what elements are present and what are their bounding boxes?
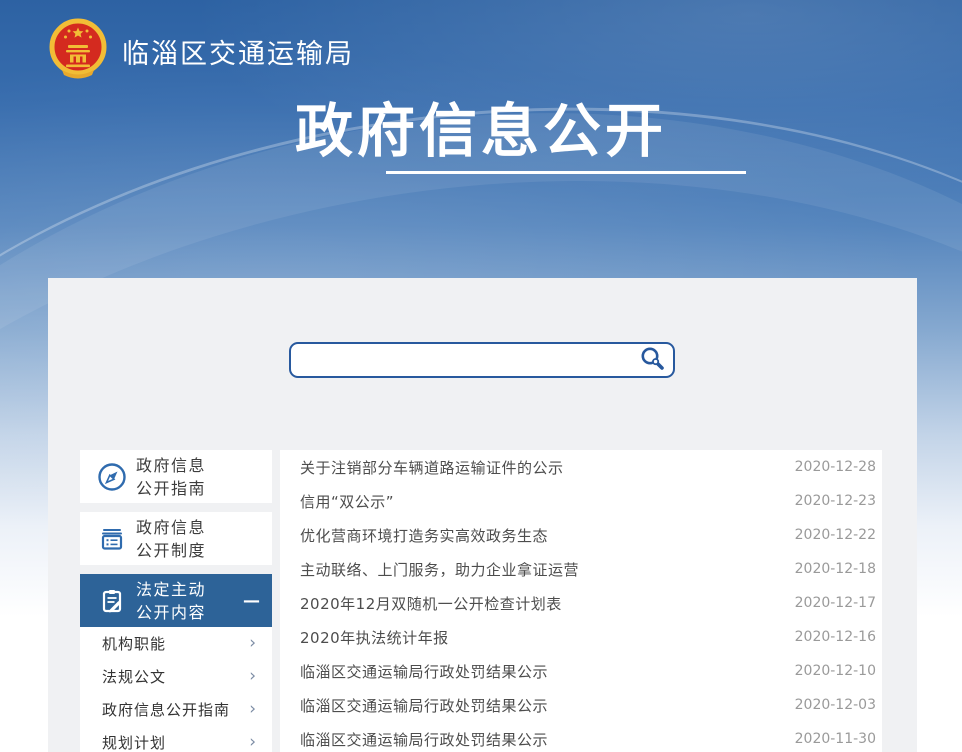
submenu-item-agency-functions[interactable]: 机构职能 › [80,627,272,660]
list-item[interactable]: 临淄区交通运输局行政处罚结果公示 2020-12-10 [280,654,882,688]
sidebar-item-label: 法定主动 公开内容 [136,578,206,624]
sidebar-item-public-info-guide[interactable]: 政府信息 公开指南 [80,450,272,503]
article-date: 2020-11-30 [795,731,876,747]
submenu-item-plans[interactable]: 规划计划 › [80,726,272,752]
national-emblem-icon [46,16,110,86]
article-date: 2020-12-16 [795,629,876,645]
article-title-link[interactable]: 临淄区交通运输局行政处罚结果公示 [300,729,548,750]
sidebar-item-label: 政府信息 公开制度 [136,516,206,562]
article-date: 2020-12-28 [795,459,876,475]
article-title-link[interactable]: 临淄区交通运输局行政处罚结果公示 [300,695,548,716]
search-box [289,342,675,378]
bureau-name: 临淄区交通运输局 [122,32,354,71]
chevron-right-icon: › [249,701,256,718]
sidebar-item-statutory-disclosure[interactable]: 法定主动 公开内容 — [80,574,272,627]
article-title-link[interactable]: 信用“双公示” [300,491,394,512]
article-title-link[interactable]: 关于注销部分车辆道路运输证件的公示 [300,457,564,478]
list-item[interactable]: 信用“双公示” 2020-12-23 [280,484,882,518]
article-title-link[interactable]: 优化营商环境打造务实高效政务生态 [300,525,548,546]
page: 临淄区交通运输局 政府信息公开 [0,0,962,752]
content-card: 政府信息 公开指南 政府信息 [48,278,917,752]
article-date: 2020-12-10 [795,663,876,679]
list-item[interactable]: 主动联络、上门服务，助力企业拿证运营 2020-12-18 [280,552,882,586]
article-title-link[interactable]: 2020年执法统计年报 [300,627,449,648]
page-title: 政府信息公开 [0,84,962,168]
list-item[interactable]: 临淄区交通运输局行政处罚结果公示 2020-11-30 [280,722,882,752]
list-item[interactable]: 2020年执法统计年报 2020-12-16 [280,620,882,654]
sidebar-submenu: 机构职能 › 法规公文 › 政府信息公开指南 › 规划计划 › [80,627,272,752]
sidebar: 政府信息 公开指南 政府信息 [80,450,272,752]
list-item[interactable]: 优化营商环境打造务实高效政务生态 2020-12-22 [280,518,882,552]
article-title-link[interactable]: 主动联络、上门服务，助力企业拿证运营 [300,559,579,580]
sidebar-item-public-info-system[interactable]: 政府信息 公开制度 [80,512,272,565]
compass-icon [92,461,132,493]
chevron-right-icon: › [249,734,256,751]
title-underline [386,171,746,174]
list-item[interactable]: 2020年12月双随机一公开检查计划表 2020-12-17 [280,586,882,620]
article-date: 2020-12-22 [795,527,876,543]
article-date: 2020-12-17 [795,595,876,611]
article-title-link[interactable]: 2020年12月双随机一公开检查计划表 [300,593,562,614]
article-date: 2020-12-23 [795,493,876,509]
list-item[interactable]: 临淄区交通运输局行政处罚结果公示 2020-12-03 [280,688,882,722]
article-date: 2020-12-18 [795,561,876,577]
search-icon [639,345,666,375]
search-input[interactable] [291,344,631,376]
collapse-minus-indicator[interactable]: — [243,591,260,611]
site-logo-row: 临淄区交通运输局 [46,16,354,86]
article-title-link[interactable]: 临淄区交通运输局行政处罚结果公示 [300,661,548,682]
article-list: 关于注销部分车辆道路运输证件的公示 2020-12-28 信用“双公示” 202… [280,450,882,752]
search-button[interactable] [631,344,673,376]
chevron-right-icon: › [249,668,256,685]
submenu-item-public-info-guide[interactable]: 政府信息公开指南 › [80,693,272,726]
list-item[interactable]: 关于注销部分车辆道路运输证件的公示 2020-12-28 [280,450,882,484]
clipboard-pen-icon [92,585,132,617]
chevron-right-icon: › [249,635,256,652]
submenu-item-laws-documents[interactable]: 法规公文 › [80,660,272,693]
document-icon [92,523,132,555]
sidebar-item-label: 政府信息 公开指南 [136,454,206,500]
article-date: 2020-12-03 [795,697,876,713]
